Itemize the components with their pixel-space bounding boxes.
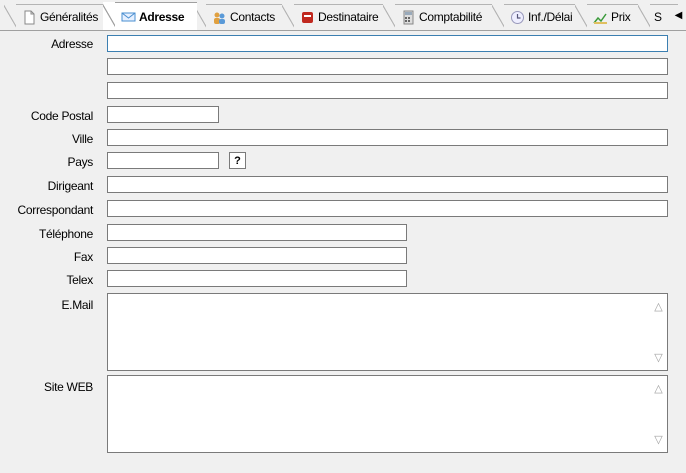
tab-destinataire[interactable]: Destinataire <box>282 4 392 29</box>
tab-comptabilite[interactable]: Comptabilité <box>383 4 503 29</box>
correspondant-label: Correspondant <box>17 203 94 217</box>
tab-label: Comptabilité <box>419 10 483 24</box>
adresse-label: Adresse <box>51 37 93 51</box>
telex-input[interactable] <box>107 270 407 287</box>
fax-input[interactable] <box>107 247 407 264</box>
scroll-down-icon[interactable]: ▽ <box>650 431 667 448</box>
tab-label: Inf./Délai <box>528 10 573 24</box>
pays-lookup-button[interactable]: ? <box>229 152 246 169</box>
tab-label: Prix <box>611 10 631 24</box>
telephone-input[interactable] <box>107 224 407 241</box>
tab-label: Destinataire <box>318 10 379 24</box>
code-postal-input[interactable] <box>107 106 219 123</box>
tab-label: Généralités <box>40 10 99 24</box>
dirigeant-label: Dirigeant <box>47 179 94 193</box>
pays-label: Pays <box>67 155 94 169</box>
adresse-line1-input[interactable] <box>107 35 668 52</box>
site-web-label: Site WEB <box>44 380 93 394</box>
scroll-up-icon[interactable]: △ <box>650 380 667 397</box>
fax-label: Fax <box>73 250 93 264</box>
tab-label: S <box>654 10 662 24</box>
envelope-icon <box>121 12 136 22</box>
scroll-left-icon: ◀ <box>674 9 683 21</box>
pays-input[interactable] <box>107 152 219 169</box>
people-icon <box>214 12 225 24</box>
calculator-icon <box>403 10 414 24</box>
telex-label: Telex <box>66 273 93 287</box>
tab-label: Contacts <box>230 10 275 24</box>
email-label: E.Mail <box>61 298 93 312</box>
correspondant-input[interactable] <box>107 200 668 217</box>
tab-generalites[interactable]: Généralités <box>4 4 110 29</box>
email-memo: △ ▽ <box>107 293 668 371</box>
site-web-textarea[interactable] <box>108 376 650 452</box>
code-postal-label: Code Postal <box>30 109 93 123</box>
adresse-panel: Adresse Code Postal Ville Pays ? Dirigea… <box>0 30 686 473</box>
scroll-up-icon[interactable]: △ <box>650 298 667 315</box>
telephone-label: Téléphone <box>38 227 93 241</box>
adresse-line2-input[interactable] <box>107 58 668 75</box>
help-icon: ? <box>234 154 241 167</box>
email-scrollbar[interactable]: △ ▽ <box>650 294 667 370</box>
site-web-memo: △ ▽ <box>107 375 668 453</box>
email-textarea[interactable] <box>108 294 650 370</box>
tab-strip: Généralités Adresse Contacts Destinatair… <box>0 0 686 30</box>
clock-icon <box>511 10 524 24</box>
site-web-scrollbar[interactable]: △ ▽ <box>650 376 667 452</box>
chart-icon <box>593 13 607 24</box>
document-icon <box>24 10 35 24</box>
tab-label: Adresse <box>139 9 185 24</box>
ville-input[interactable] <box>107 129 668 146</box>
tab-prix[interactable]: Prix <box>575 4 645 29</box>
dirigeant-input[interactable] <box>107 176 668 193</box>
tab-scroll-left-button[interactable]: ◀ <box>671 6 686 24</box>
ville-label: Ville <box>72 132 93 146</box>
scroll-down-icon[interactable]: ▽ <box>650 349 667 366</box>
adresse-line3-input[interactable] <box>107 82 668 99</box>
tab-inf-delai[interactable]: Inf./Délai <box>492 4 587 29</box>
tab-adresse[interactable]: Adresse <box>103 2 197 30</box>
tab-contacts[interactable]: Contacts <box>194 4 292 29</box>
book-icon <box>302 11 313 23</box>
